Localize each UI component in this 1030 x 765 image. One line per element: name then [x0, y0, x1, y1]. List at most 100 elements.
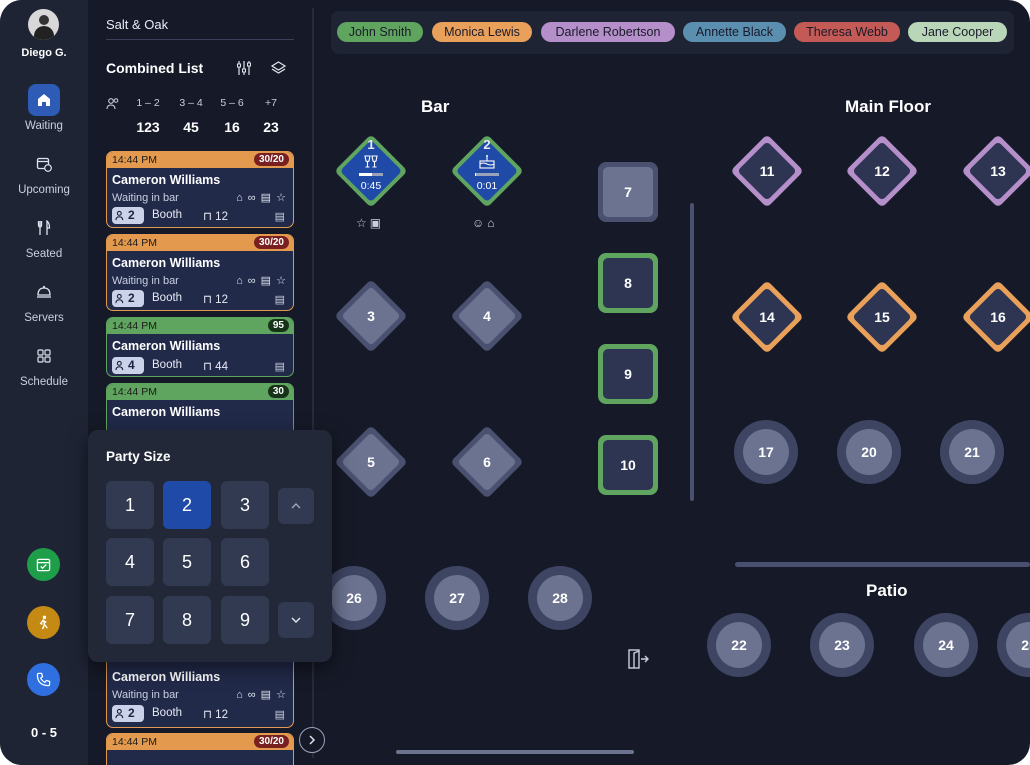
server-chip[interactable]: John Smith [337, 22, 423, 42]
server-chip[interactable]: Annette Black [683, 22, 786, 42]
table-1-tags-icons: ☆▣ [356, 216, 385, 230]
server-chip[interactable]: Theresa Webb [794, 22, 900, 42]
guest-card[interactable]: 14:44 PM 95 Cameron Williams 4 Booth ⊓ 44… [106, 317, 294, 377]
party-size-option-3[interactable]: 3 [221, 481, 269, 529]
party-size-option-5[interactable]: 5 [163, 538, 211, 586]
nav-upcoming[interactable]: Upcoming [0, 148, 88, 196]
stat-value: 123 [136, 119, 160, 135]
seating-pref: Booth [152, 292, 183, 304]
stat-header: 1 – 2 [136, 97, 160, 109]
table-4[interactable]: 4 [449, 278, 525, 354]
table-7[interactable]: 7 [598, 162, 658, 222]
floor-divider [735, 562, 1030, 567]
nav-waiting[interactable]: Waiting [0, 84, 88, 132]
guest-card[interactable]: 14:44 PM 30/20 Cameron Williams Waiting i… [106, 234, 294, 311]
party-size-option-9[interactable]: 9 [221, 596, 269, 644]
table-27[interactable]: 27 [425, 566, 489, 630]
scroll-down-button[interactable] [278, 602, 314, 638]
progress-fill [475, 173, 477, 176]
avatar[interactable] [28, 9, 59, 40]
table-23[interactable]: 23 [810, 613, 874, 677]
phone-button[interactable] [27, 663, 60, 696]
progress-track [475, 173, 499, 176]
wait-badge: 30/20 [253, 236, 289, 249]
party-size-option-8[interactable]: 8 [163, 596, 211, 644]
nav-seated-label: Seated [25, 248, 63, 260]
notes-icon[interactable]: ▤ [275, 210, 285, 223]
notes-icon[interactable]: ▤ [275, 293, 285, 306]
user-name: Diego G. [21, 47, 67, 59]
guest-card[interactable]: 14:44 PM 30/20 Cameron Williams Waiting i… [106, 151, 294, 228]
nav-schedule[interactable]: Schedule [0, 340, 88, 388]
table-number: ⊓ 44 [203, 361, 228, 373]
table-16[interactable]: 16 [960, 279, 1030, 355]
table-10[interactable]: 10 [598, 435, 658, 495]
table-24[interactable]: 24 [914, 613, 978, 677]
table-5[interactable]: 5 [333, 424, 409, 500]
table-2[interactable]: 2 0:01 [449, 133, 525, 209]
guest-status: Waiting in bar [112, 192, 179, 204]
walk-in-button[interactable] [27, 606, 60, 639]
table-1[interactable]: 1 0:45 [333, 133, 409, 209]
notes-icon[interactable]: ▤ [275, 708, 285, 721]
nav-servers[interactable]: Servers [0, 276, 88, 324]
notes-icon[interactable]: ▤ [275, 360, 285, 373]
chevron-down-icon [291, 617, 301, 624]
stat-value: 23 [263, 119, 279, 135]
server-chip[interactable]: Jane Cooper [908, 22, 1007, 42]
nav-rail: Diego G. Waiting Upcoming Seated Servers [0, 0, 88, 765]
nav-seated[interactable]: Seated [0, 212, 88, 260]
table-8[interactable]: 8 [598, 253, 658, 313]
table-number: ⊓ 12 [203, 211, 228, 223]
table-22[interactable]: 22 [707, 613, 771, 677]
table-13[interactable]: 13 [960, 133, 1030, 209]
table-14[interactable]: 14 [729, 279, 805, 355]
guest-tags-icons: ⌂ ∞ ▤ ☆ [236, 275, 287, 287]
cloche-icon [28, 276, 60, 308]
wait-badge: 30/20 [253, 153, 289, 166]
table-20[interactable]: 20 [837, 420, 901, 484]
section-bar-title: Bar [421, 97, 450, 116]
stat-value: 16 [224, 119, 240, 135]
party-size-option-4[interactable]: 4 [106, 538, 154, 586]
floor-divider [690, 203, 694, 501]
guest-card[interactable]: 14:44 PM 30/20 [106, 733, 294, 765]
table-3[interactable]: 3 [333, 278, 409, 354]
table-9[interactable]: 9 [598, 344, 658, 404]
chevron-right-icon [309, 735, 316, 745]
table-17[interactable]: 17 [734, 420, 798, 484]
table-12[interactable]: 12 [844, 133, 920, 209]
scroll-up-button[interactable] [278, 488, 314, 524]
server-chip[interactable]: Monica Lewis [432, 22, 532, 42]
party-size-option-7[interactable]: 7 [106, 596, 154, 644]
table-15[interactable]: 15 [844, 279, 920, 355]
table-6[interactable]: 6 [449, 424, 525, 500]
guest-card[interactable]: Cameron Williams Waiting in bar ⌂ ∞ ▤ ☆ … [106, 652, 294, 728]
restaurant-name[interactable]: Salt & Oak [106, 17, 168, 32]
party-size-option-2[interactable]: 2 [163, 481, 211, 529]
table-28[interactable]: 28 [528, 566, 592, 630]
table-21[interactable]: 21 [940, 420, 1004, 484]
party-size-option-1[interactable]: 1 [106, 481, 154, 529]
party-size-popup: Party Size 1 2 3 4 5 6 7 8 9 [88, 430, 332, 662]
nav-servers-label: Servers [24, 312, 64, 324]
table-number: ⊓ 12 [203, 709, 228, 721]
table-timer: 0:45 [360, 180, 382, 192]
wait-badge: 30/20 [253, 735, 289, 748]
layers-icon[interactable] [270, 60, 287, 81]
reservation-button[interactable] [27, 548, 60, 581]
table-timer: 0:01 [476, 180, 498, 192]
guest-name: Cameron Williams [112, 256, 221, 270]
party-size-chip: 2 [112, 705, 144, 722]
walk-in-icon [39, 615, 48, 630]
nav-schedule-label: Schedule [20, 376, 68, 388]
filter-sliders-icon[interactable] [236, 60, 252, 81]
table-11[interactable]: 11 [729, 133, 805, 209]
server-chip[interactable]: Darlene Robertson [541, 22, 675, 42]
table-25[interactable]: 25 [997, 613, 1030, 677]
fork-knife-icon [28, 212, 60, 244]
table-icon: ⊓ [203, 361, 216, 373]
party-size-chip: 2 [112, 207, 144, 224]
expand-panel-button[interactable] [299, 727, 325, 753]
party-size-option-6[interactable]: 6 [221, 538, 269, 586]
